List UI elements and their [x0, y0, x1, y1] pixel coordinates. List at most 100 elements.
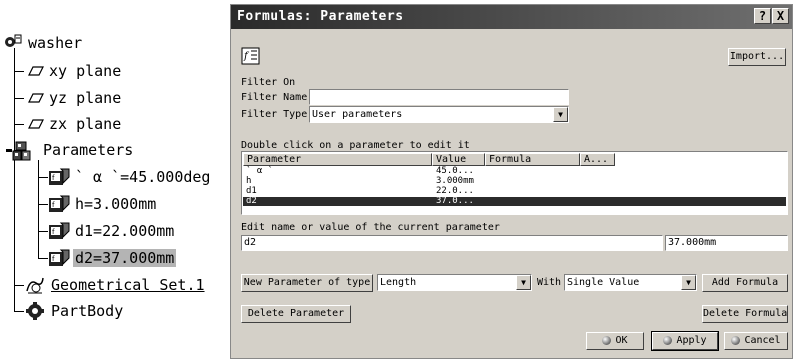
new-parameter-type-select[interactable]: Length ▼ [377, 274, 532, 291]
tree-trunk-line [14, 48, 15, 311]
parameter-list[interactable]: Parameter Value Formula A... ` α ` 45.0.… [241, 151, 788, 215]
ok-lamp-icon [602, 335, 612, 345]
row-value: 3.000mm [436, 176, 474, 186]
tree-branch-line [14, 124, 24, 125]
dropdown-arrow-icon[interactable]: ▼ [681, 275, 696, 290]
tree-root-label: washer [28, 34, 83, 52]
with-select-value: Single Value [567, 277, 640, 288]
import-button[interactable]: Import... [728, 48, 786, 66]
tree-item-param-alpha[interactable]: f ` α `=45.000deg [48, 165, 212, 189]
dropdown-arrow-icon[interactable]: ▼ [553, 107, 568, 122]
plane-icon [24, 88, 44, 108]
row-value: 22.0... [436, 186, 474, 196]
tree-item-label: Parameters [43, 141, 134, 159]
tree-branch-line [38, 177, 48, 178]
tree-item-label: PartBody [51, 302, 124, 320]
parameter-icon: f [48, 221, 70, 241]
cancel-lamp-icon [731, 335, 741, 345]
delete-formula-button[interactable]: Delete Formula [702, 305, 788, 323]
tree-root-washer[interactable]: washer [3, 31, 84, 55]
double-click-hint: Double click on a parameter to edit it [241, 140, 470, 151]
dropdown-arrow-icon[interactable]: ▼ [516, 275, 531, 290]
row-parameter: h [246, 176, 252, 186]
ok-label: OK [615, 335, 628, 346]
filter-name-label: Filter Name : [241, 92, 320, 103]
table-row[interactable]: ` α ` 45.0... [243, 167, 786, 176]
new-parameter-button[interactable]: New Parameter of type [241, 274, 373, 292]
parameter-icon: f [48, 248, 70, 268]
dialog-title: Formulas: Parameters [237, 9, 404, 24]
tree-item-label: zx plane [49, 115, 122, 133]
parameters-folder-icon [6, 140, 38, 161]
tree-item-param-d1[interactable]: f d1=22.000mm [48, 219, 176, 243]
table-row[interactable]: h 3.000mm [243, 177, 786, 186]
tree-branch-line [38, 231, 48, 232]
filter-type-label: Filter Type : [241, 109, 320, 120]
table-row[interactable]: d1 22.0... [243, 187, 786, 196]
parameter-icon: f [48, 167, 70, 187]
row-parameter: d2 [246, 196, 257, 206]
add-formula-button[interactable]: Add Formula [702, 274, 788, 292]
filter-type-value: User parameters [312, 109, 403, 120]
tree-branch-line [38, 258, 48, 259]
cancel-button[interactable]: Cancel [724, 332, 788, 350]
tree-branch-line [14, 71, 24, 72]
plane-icon [24, 61, 44, 81]
part-icon [3, 33, 23, 53]
tree-branch-line [14, 285, 24, 286]
tree-item-zx-plane[interactable]: zx plane [24, 112, 123, 136]
tree-item-param-d2[interactable]: f d2=37.000mm [48, 246, 177, 270]
edit-value-input[interactable]: 37.000mm [665, 235, 788, 251]
edit-label: Edit name or value of the current parame… [241, 222, 500, 233]
ok-button[interactable]: OK [586, 332, 644, 350]
col-header-value[interactable]: Value [432, 153, 485, 166]
row-value: 45.0... [436, 166, 474, 176]
tree-branch-line [14, 98, 24, 99]
tree-item-xy-plane[interactable]: xy plane [24, 59, 123, 83]
apply-button[interactable]: Apply [651, 331, 719, 351]
col-header-active[interactable]: A... [580, 153, 615, 166]
with-label: With [537, 277, 562, 288]
tree-item-label: Geometrical Set.1 [51, 276, 205, 294]
help-button[interactable]: ? [754, 8, 771, 24]
close-button[interactable]: X [772, 8, 789, 24]
specification-tree: washer xy plane yz plane zx plane Parame… [0, 0, 230, 359]
formulas-dialog: Formulas: Parameters ? X f Import... Fil… [230, 4, 793, 359]
cancel-label: Cancel [744, 335, 781, 346]
delete-parameter-button[interactable]: Delete Parameter [241, 305, 351, 323]
tree-branch-line [38, 204, 48, 205]
col-header-parameter[interactable]: Parameter [243, 153, 432, 166]
row-parameter: ` α ` [246, 166, 274, 176]
col-header-formula[interactable]: Formula [485, 153, 580, 166]
row-parameter: d1 [246, 186, 257, 196]
apply-label: Apply [676, 335, 707, 346]
formula-icon[interactable]: f [241, 47, 261, 65]
filter-on-label: Filter On [241, 77, 296, 88]
tree-item-param-h[interactable]: f h=3.000mm [48, 192, 158, 216]
tree-item-label: d1=22.000mm [75, 222, 175, 240]
apply-lamp-icon [663, 335, 673, 345]
filter-type-select[interactable]: User parameters ▼ [309, 106, 569, 123]
tree-item-partbody[interactable]: PartBody [24, 299, 125, 323]
new-parameter-type-value: Length [380, 277, 417, 288]
tree-item-label-selected: d2=37.000mm [73, 249, 177, 267]
with-select[interactable]: Single Value ▼ [564, 274, 697, 291]
tree-item-yz-plane[interactable]: yz plane [24, 86, 123, 110]
dialog-titlebar[interactable]: Formulas: Parameters ? X [231, 5, 792, 29]
table-row-selected[interactable]: d2 37.0... [243, 197, 786, 206]
tree-item-parameters[interactable]: Parameters [6, 138, 135, 162]
edit-name-input[interactable]: d2 [241, 235, 663, 251]
plane-icon [24, 114, 44, 134]
tree-item-label: h=3.000mm [75, 195, 157, 213]
parameter-icon: f [48, 194, 70, 214]
filter-name-input[interactable] [309, 89, 569, 105]
geometrical-set-icon [24, 275, 46, 295]
tree-item-label: yz plane [49, 89, 122, 107]
tree-item-label: xy plane [49, 62, 122, 80]
tree-branch-line [14, 311, 24, 312]
row-value: 37.0... [436, 196, 474, 206]
partbody-gear-icon [24, 301, 46, 321]
tree-params-line [38, 160, 39, 259]
tree-item-label: ` α `=45.000deg [75, 168, 211, 186]
tree-item-geometrical-set[interactable]: Geometrical Set.1 [24, 273, 207, 297]
